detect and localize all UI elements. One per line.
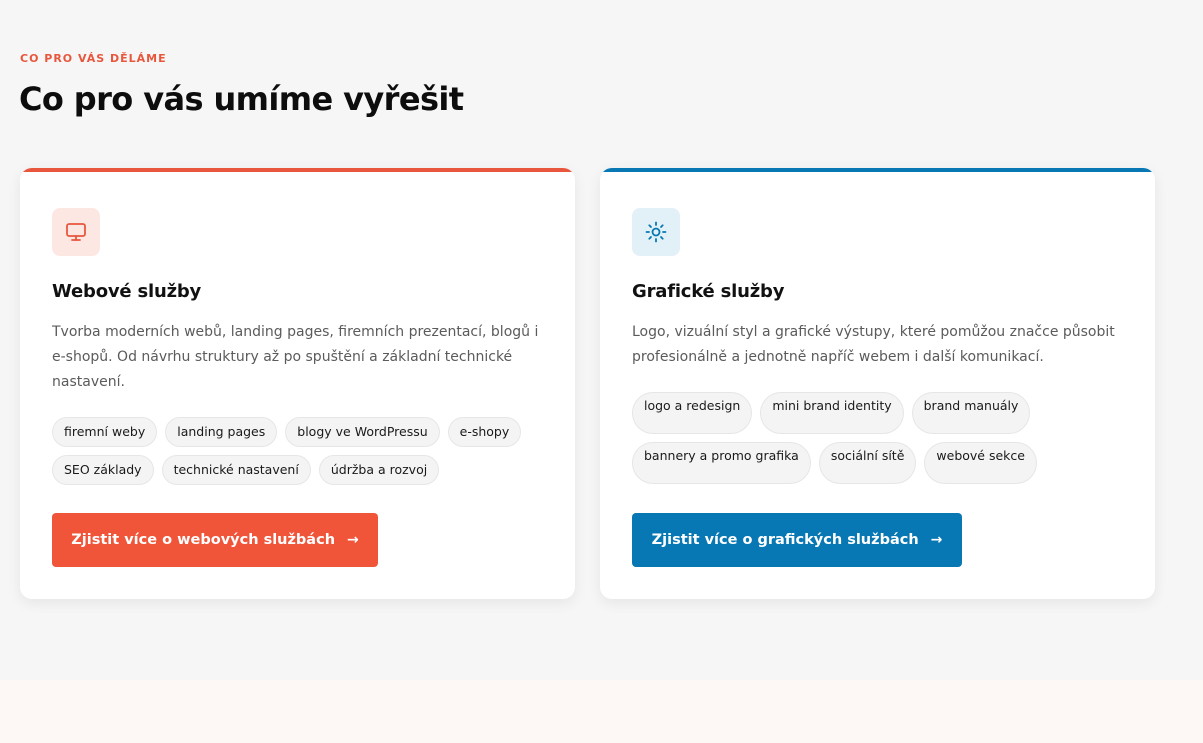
- tag: e-shopy: [447, 417, 522, 447]
- card-title: Grafické služby: [632, 281, 785, 302]
- tag: mini brand identity: [760, 392, 904, 434]
- tag-list: logo a redesign mini brand identity bran…: [632, 392, 1132, 484]
- services-section: CO PRO VÁS DĚLÁME Co pro vás umíme vyřeš…: [0, 0, 1203, 680]
- tag: landing pages: [165, 417, 278, 447]
- tag: SEO základy: [52, 455, 154, 485]
- tag: firemní weby: [52, 417, 158, 447]
- tag: blogy ve WordPressu: [285, 417, 440, 447]
- arrow-right-icon: →: [930, 532, 943, 548]
- tag: sociální sítě: [818, 442, 917, 484]
- card-title: Webové služby: [52, 281, 202, 302]
- sun-icon: [632, 208, 680, 256]
- graphic-services-cta-button[interactable]: Zjistit více o grafických službách →: [632, 513, 962, 567]
- monitor-icon: [52, 208, 100, 256]
- tag-list: firemní weby landing pages blogy ve Word…: [52, 417, 552, 485]
- section-eyebrow: CO PRO VÁS DĚLÁME: [20, 52, 167, 65]
- next-section-background: [0, 680, 1203, 743]
- card-accent-bar: [600, 168, 1155, 172]
- tag: logo a redesign: [632, 392, 753, 434]
- card-accent-bar: [20, 168, 575, 172]
- web-services-card: Webové služby Tvorba moderních webů, lan…: [20, 168, 575, 599]
- tag: webové sekce: [924, 442, 1037, 484]
- tag: bannery a promo grafika: [632, 442, 811, 484]
- web-services-cta-button[interactable]: Zjistit více o webových službách →: [52, 513, 378, 567]
- card-description: Logo, vizuální styl a grafické výstupy, …: [632, 324, 1115, 365]
- tag: údržba a rozvoj: [318, 455, 440, 485]
- section-title: Co pro vás umíme vyřešit: [19, 80, 464, 118]
- tag: brand manuály: [911, 392, 1031, 434]
- card-description: Tvorba moderních webů, landing pages, fi…: [52, 324, 539, 390]
- tag: technické nastavení: [161, 455, 311, 485]
- cta-label: Zjistit více o webových službách: [71, 532, 336, 548]
- arrow-right-icon: →: [347, 532, 359, 548]
- cta-label: Zjistit více o grafických službách: [651, 532, 919, 548]
- graphic-services-card: Grafické služby Logo, vizuální styl a gr…: [600, 168, 1155, 599]
